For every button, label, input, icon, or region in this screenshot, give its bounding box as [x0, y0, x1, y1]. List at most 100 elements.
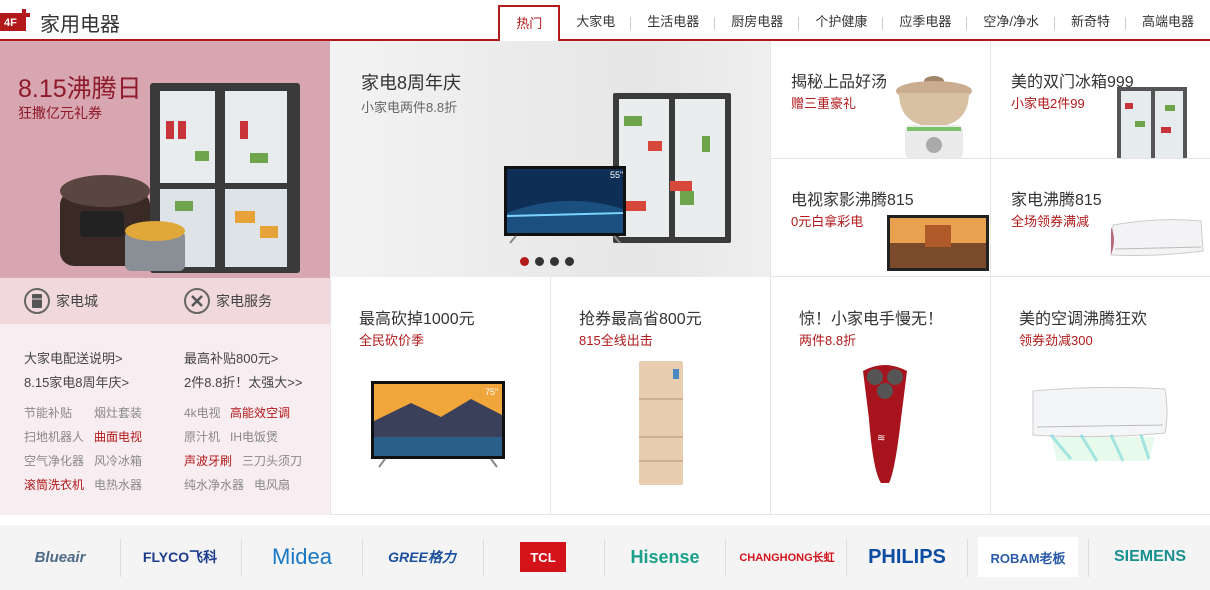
tab-personal-care[interactable]: 个护健康: [799, 5, 884, 41]
air-conditioner-image: [1032, 387, 1168, 462]
air-conditioner-image: [1110, 219, 1204, 256]
link-air-purifier[interactable]: 空气净化器: [24, 452, 84, 469]
floor-badge-icon: 4F: [0, 9, 30, 31]
cell-subtitle: 小家电2件99: [1011, 96, 1085, 111]
promo-cell-shaver[interactable]: 惊！小家电手慢无！ 两件8.8折 ≋: [770, 277, 990, 515]
fridge-icon: [24, 288, 50, 314]
link-water-heater[interactable]: 电热水器: [94, 476, 142, 493]
link-drum-washer[interactable]: 滚筒洗衣机: [24, 476, 84, 493]
svg-text:≋: ≋: [877, 433, 885, 444]
brand-blueair[interactable]: Blueair: [10, 537, 110, 577]
brand-separator: [967, 539, 968, 577]
tab-kitchen[interactable]: 厨房电器: [715, 5, 800, 41]
brand-separator: [725, 539, 726, 577]
shaver-image: ≋: [863, 365, 907, 483]
cell-title: 惊！小家电手慢无！: [799, 311, 944, 328]
link-max-subsidy[interactable]: 最高补贴800元>: [184, 348, 278, 367]
appliance-service-link[interactable]: 家电服务: [184, 288, 272, 314]
brand-separator: [1088, 539, 1089, 577]
cell-title: 家电沸腾815: [1011, 192, 1102, 209]
brand-tcl[interactable]: TCL: [520, 542, 566, 572]
tab-home-appliances[interactable]: 生活电器: [631, 5, 716, 41]
tv-image: [887, 215, 989, 271]
link-juicer[interactable]: 原汁机: [184, 428, 220, 445]
promo-products-image: [60, 83, 300, 273]
promo-cell-ac-carnival[interactable]: 美的空调沸腾狂欢 领券劲减300: [990, 277, 1210, 515]
tv-size-label: 55": [610, 170, 623, 180]
cell-subtitle: 815全线出击: [579, 333, 653, 348]
cell-subtitle: 赠三重豪礼: [791, 96, 857, 111]
link-water-purifier[interactable]: 纯水净水器: [184, 476, 244, 493]
promo-cell-ac[interactable]: 家电沸腾815 全场领券满减: [990, 159, 1210, 277]
tab-hot[interactable]: 热门: [498, 5, 561, 43]
link-robot-vacuum[interactable]: 扫地机器人: [24, 428, 84, 445]
brand-midea[interactable]: Midea: [252, 537, 352, 577]
tab-large-appliances[interactable]: 大家电: [560, 5, 632, 41]
cell-subtitle: 领券劲减300: [1019, 333, 1093, 348]
link-energy-subsidy[interactable]: 节能补贴: [24, 404, 72, 421]
cell-title: 美的空调沸腾狂欢: [1019, 311, 1148, 328]
brand-gree[interactable]: GREE格力: [372, 537, 472, 577]
link-delivery-info[interactable]: 大家电配送说明>: [24, 348, 123, 367]
link-curved-tv[interactable]: 曲面电视: [94, 428, 142, 445]
left-promo-banner[interactable]: 8.15沸腾日 狂撒亿元礼券: [0, 41, 330, 278]
brand-bar: Blueair FLYCO飞科 Midea GREE格力 TCL Hisense…: [0, 525, 1210, 590]
fridge-image: [1117, 87, 1187, 158]
promo-cell-fridge-coupon[interactable]: 抢券最高省800元 815全线出击: [550, 277, 770, 515]
tab-premium[interactable]: 高端电器: [1126, 5, 1210, 41]
tv-image: 75": [371, 381, 505, 468]
quick-links-panel: 大家电配送说明> 最高补贴800元> 8.15家电8周年庆> 2件8.8折！太强…: [0, 324, 330, 515]
link-anniversary[interactable]: 8.15家电8周年庆>: [24, 372, 129, 391]
carousel-dot-4[interactable]: [565, 257, 574, 266]
carousel-dot-1[interactable]: [520, 257, 529, 266]
floor-number: 4F: [4, 17, 17, 29]
link-ih-rice-cooker[interactable]: IH电饭煲: [230, 428, 278, 445]
link-4k-tv[interactable]: 4k电视: [184, 404, 221, 421]
cell-title: 美的双门冰箱999: [1011, 74, 1134, 91]
brand-robam[interactable]: ROBAM老板: [978, 537, 1078, 577]
cell-subtitle: 0元白拿彩电: [791, 214, 864, 229]
tv-size-label: 75": [485, 387, 498, 397]
link-sonic-toothbrush[interactable]: 声波牙刷: [184, 452, 232, 469]
tools-icon: [184, 288, 210, 314]
tab-novelty[interactable]: 新奇特: [1055, 5, 1126, 41]
service-bar: 家电城 家电服务: [0, 278, 330, 324]
category-tabs: 热门 大家电 生活电器 厨房电器 个护健康 应季电器 空净/净水 新奇特 高端电…: [498, 5, 1210, 43]
link-efficient-ac[interactable]: 高能效空调: [230, 404, 290, 421]
appliance-service-label: 家电服务: [216, 293, 272, 309]
cell-title: 抢券最高省800元: [579, 311, 702, 328]
cell-title: 最高砍掉1000元: [359, 311, 475, 328]
link-electric-fan[interactable]: 电风扇: [254, 476, 290, 493]
promo-cell-tv[interactable]: 电视家影沸腾815 0元白拿彩电: [770, 159, 990, 277]
cell-subtitle: 两件8.8折: [799, 333, 857, 348]
carousel-dot-2[interactable]: [535, 257, 544, 266]
carousel-dot-3[interactable]: [550, 257, 559, 266]
brand-separator: [604, 539, 605, 577]
soup-pot-image: [896, 76, 972, 158]
promo-cell-tv-bargain[interactable]: 最高砍掉1000元 全民砍价季 75": [330, 277, 550, 515]
promo-cell-midea-fridge[interactable]: 美的双门冰箱999 小家电2件99: [990, 41, 1210, 159]
link-stove-set[interactable]: 烟灶套装: [94, 404, 142, 421]
brand-separator: [120, 539, 121, 577]
cell-subtitle: 全民砍价季: [359, 333, 425, 348]
appliance-mall-label: 家电城: [56, 293, 98, 309]
cell-subtitle: 全场领券满减: [1011, 214, 1090, 229]
link-two-items-discount[interactable]: 2件8.8折！太强大>>: [184, 372, 303, 391]
appliance-mall-link[interactable]: 家电城: [24, 288, 98, 314]
brand-siemens[interactable]: SIEMENS: [1098, 537, 1202, 577]
tab-seasonal[interactable]: 应季电器: [883, 5, 968, 41]
link-three-head-shaver[interactable]: 三刀头须刀: [242, 452, 302, 469]
brand-flyco[interactable]: FLYCO飞科: [130, 537, 230, 577]
hero-carousel[interactable]: 家电8周年庆 小家电两件8.8折 55": [330, 41, 770, 278]
brand-philips[interactable]: PHILIPS: [856, 537, 958, 577]
brand-hisense[interactable]: Hisense: [614, 537, 716, 577]
link-frost-free-fridge[interactable]: 风冷冰箱: [94, 452, 142, 469]
cell-title: 电视家影沸腾815: [791, 192, 914, 209]
brand-separator: [483, 539, 484, 577]
promo-cell-soup-pot[interactable]: 揭秘上品好汤 赠三重豪礼: [770, 41, 990, 159]
brand-changhong[interactable]: CHANGHONG长虹: [734, 537, 840, 577]
fridge-image: [639, 361, 683, 485]
floor-title: 家用电器: [40, 14, 120, 36]
tab-air-water[interactable]: 空净/净水: [967, 5, 1055, 41]
floor-header: 4F 家用电器 热门 大家电 生活电器 厨房电器 个护健康 应季电器 空净/净水…: [0, 0, 1210, 43]
